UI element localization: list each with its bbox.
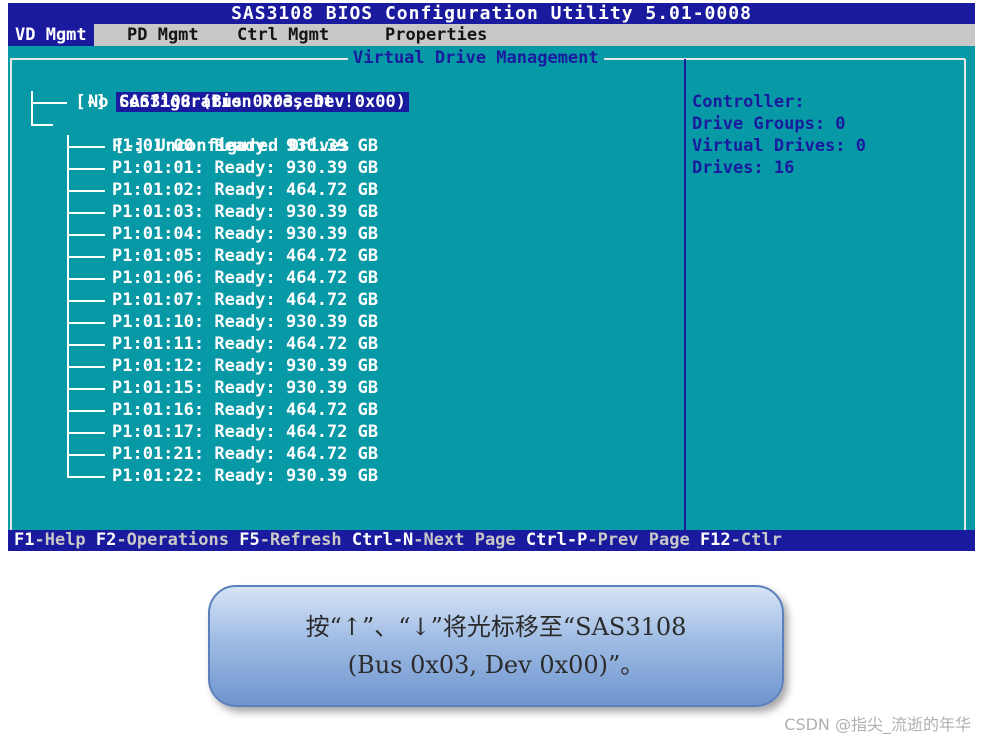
f2-desc: -Operations bbox=[116, 530, 229, 550]
controller-info: Controller: Drive Groups: 0 Virtual Driv… bbox=[692, 91, 866, 179]
menu-properties[interactable]: Properties bbox=[378, 24, 494, 46]
unconfigured-drives-node[interactable]: [-] Unconfigured Drives bbox=[53, 113, 349, 156]
drive-item[interactable]: P1:01:17: Ready: 464.72 GB bbox=[112, 421, 378, 443]
drive-item[interactable]: P1:01:05: Ready: 464.72 GB bbox=[112, 245, 378, 267]
instruction-callout: 按“↑”、“↓”将光标移至“SAS3108 (Bus 0x03, Dev 0x0… bbox=[208, 585, 784, 707]
drive-item[interactable]: P1:01:10: Ready: 930.39 GB bbox=[112, 311, 378, 333]
panel-frame-left bbox=[10, 59, 12, 531]
f12-desc: -Ctlr bbox=[730, 530, 782, 550]
f1-key[interactable]: F1 bbox=[14, 530, 34, 550]
menu-ctrl-mgmt[interactable]: Ctrl Mgmt bbox=[230, 24, 336, 46]
drive-item[interactable]: P1:01:16: Ready: 464.72 GB bbox=[112, 399, 378, 421]
controller-label: Controller: bbox=[692, 92, 805, 112]
drive-item[interactable]: P1:01:03: Ready: 930.39 GB bbox=[112, 201, 378, 223]
f2-key[interactable]: F2 bbox=[96, 530, 116, 550]
drive-item[interactable]: P1:01:15: Ready: 930.39 GB bbox=[112, 377, 378, 399]
tree-connector bbox=[67, 146, 105, 148]
f12-key[interactable]: F12 bbox=[700, 530, 731, 550]
utility-title: SAS3108 BIOS Configuration Utility 5.01-… bbox=[8, 3, 975, 24]
tree-connector bbox=[67, 476, 105, 478]
tree-connector bbox=[67, 366, 105, 368]
panel-divider bbox=[684, 59, 686, 531]
drives-count: Drives: 16 bbox=[692, 158, 795, 178]
callout-line-2: (Bus 0x03, Dev 0x00)”。 bbox=[347, 651, 645, 679]
f1-desc: -Help bbox=[34, 530, 86, 550]
ctrl-p-key[interactable]: Ctrl-P bbox=[526, 530, 587, 550]
watermark: CSDN @指尖_流逝的年华 bbox=[784, 715, 971, 734]
tree-connector bbox=[67, 135, 69, 478]
tree-root[interactable]: [-] SAS3108 (Bus 0x03, Dev 0x00) bbox=[14, 69, 409, 112]
ctrl-n-key[interactable]: Ctrl-N bbox=[352, 530, 413, 550]
callout-line-1: 按“↑”、“↓”将光标移至“SAS3108 bbox=[305, 613, 687, 641]
menu-bar: VD Mgmt PD Mgmt Ctrl Mgmt Properties bbox=[8, 24, 975, 46]
menu-pd-mgmt[interactable]: PD Mgmt bbox=[120, 24, 206, 46]
status-bar: F1-Help F2-Operations F5-Refresh Ctrl-N-… bbox=[8, 530, 975, 551]
tree-connector bbox=[67, 278, 105, 280]
menu-vd-mgmt[interactable]: VD Mgmt bbox=[8, 24, 94, 46]
tree-connector bbox=[67, 454, 105, 456]
tree-connector bbox=[67, 168, 105, 170]
f5-key[interactable]: F5 bbox=[239, 530, 259, 550]
tree-connector bbox=[67, 322, 105, 324]
drive-item[interactable]: P1:01:01: Ready: 930.39 GB bbox=[112, 157, 378, 179]
tree-connector bbox=[31, 91, 33, 126]
f5-desc: -Refresh bbox=[259, 530, 342, 550]
tree-connector bbox=[67, 388, 105, 390]
panel-frame-right bbox=[964, 59, 966, 531]
drive-item[interactable]: P1:01:06: Ready: 464.72 GB bbox=[112, 267, 378, 289]
drive-item[interactable]: P1:01:07: Ready: 464.72 GB bbox=[112, 289, 378, 311]
ctrl-n-desc: -Next Page bbox=[413, 530, 516, 550]
tree-connector bbox=[67, 410, 105, 412]
drive-item[interactable]: P1:01:22: Ready: 930.39 GB bbox=[112, 465, 378, 487]
no-configuration-label: No Configuration Present ! bbox=[88, 92, 355, 112]
tree-connector bbox=[31, 102, 67, 104]
drive-item[interactable]: P1:01:11: Ready: 464.72 GB bbox=[112, 333, 378, 355]
tree-connector bbox=[67, 300, 105, 302]
bios-screen: SAS3108 BIOS Configuration Utility 5.01-… bbox=[8, 3, 975, 551]
panel-title: Virtual Drive Management bbox=[348, 47, 604, 69]
tree-connector bbox=[67, 212, 105, 214]
drive-item[interactable]: P1:01:00: Ready: 930.39 GB bbox=[112, 135, 378, 157]
tree-connector bbox=[67, 344, 105, 346]
tree-connector bbox=[67, 432, 105, 434]
drive-item[interactable]: P1:01:21: Ready: 464.72 GB bbox=[112, 443, 378, 465]
drive-item[interactable]: P1:01:02: Ready: 464.72 GB bbox=[112, 179, 378, 201]
tree-connector bbox=[67, 190, 105, 192]
tree-connector bbox=[67, 256, 105, 258]
virtual-drives-count: Virtual Drives: 0 bbox=[692, 136, 866, 156]
drive-groups-count: Drive Groups: 0 bbox=[692, 114, 846, 134]
ctrl-p-desc: -Prev Page bbox=[587, 530, 690, 550]
tree-connector bbox=[67, 234, 105, 236]
tree-connector bbox=[31, 124, 53, 126]
drive-item[interactable]: P1:01:12: Ready: 930.39 GB bbox=[112, 355, 378, 377]
drive-item[interactable]: P1:01:04: Ready: 930.39 GB bbox=[112, 223, 378, 245]
